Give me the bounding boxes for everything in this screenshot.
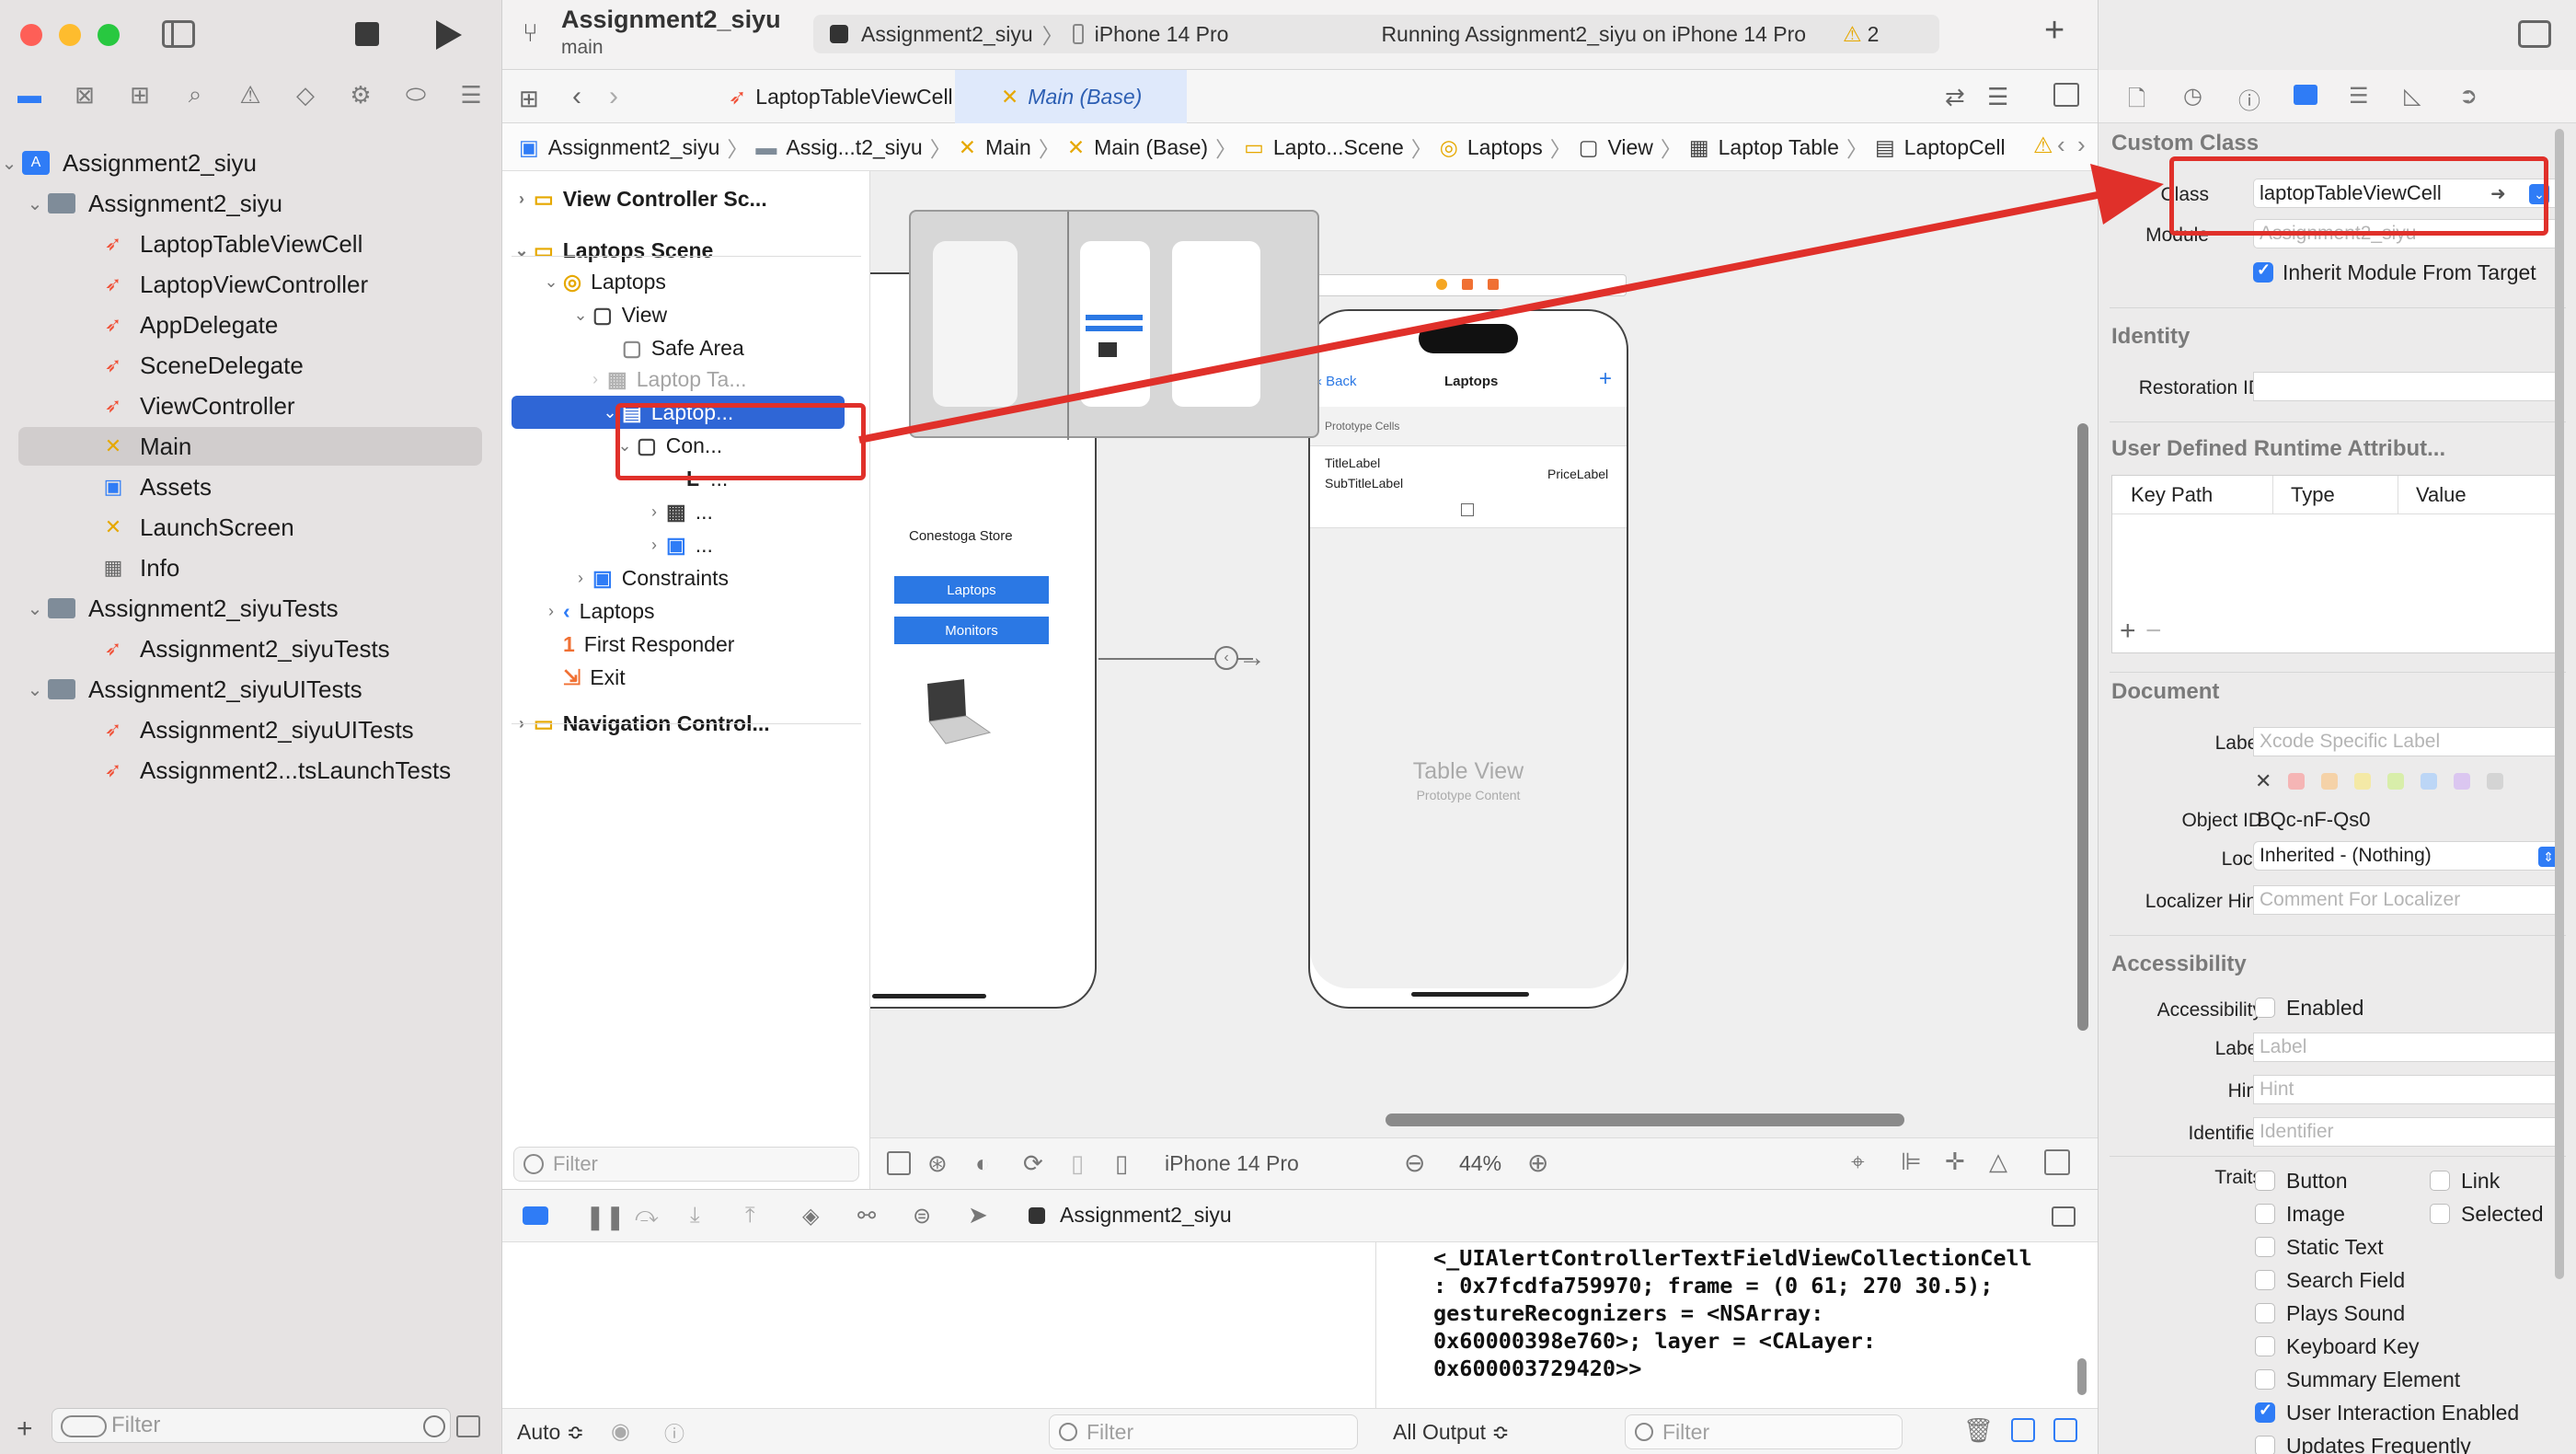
annotation-arrow [858,164,2164,444]
xcode-window: ▬ ⊠ ⊞ ⌕ ⚠ ◇ ⚙ ⬭ ☰ ⌄ A Assignment2_siyu ⌄ Ass… [0,0,2576,1454]
